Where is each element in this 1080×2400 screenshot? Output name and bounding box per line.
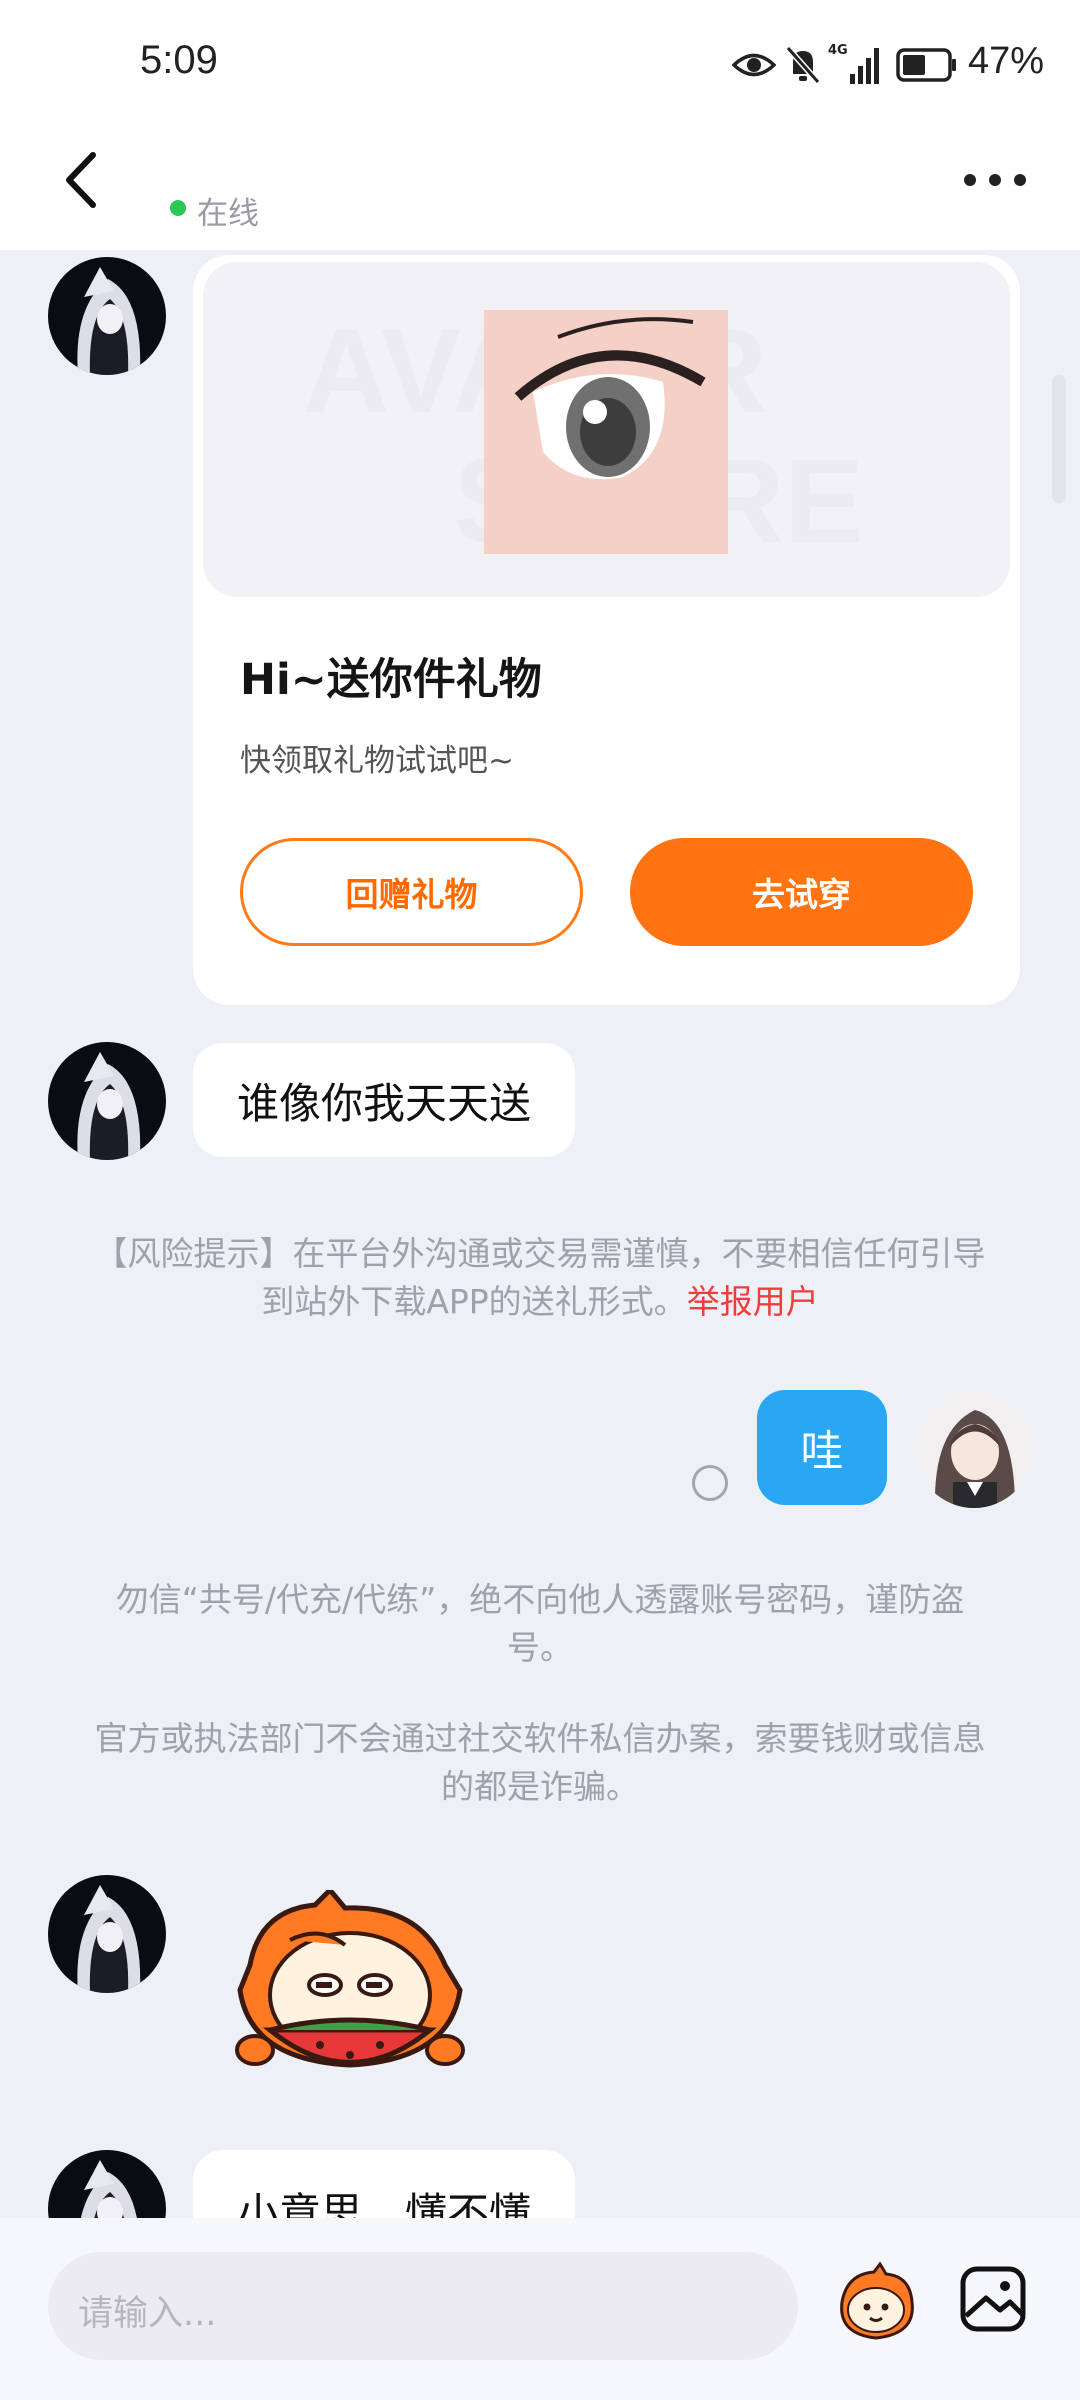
signal-icon — [850, 48, 879, 84]
report-user-link[interactable]: 举报用户 — [687, 1282, 819, 1321]
risk-notice-text: 【风险提示】在平台外沟通或交易需谨慎，不要相信任何引导到站外下载APP的送礼形式… — [94, 1234, 986, 1321]
battery-percent: 47% — [968, 40, 1045, 82]
back-button[interactable] — [55, 145, 115, 215]
message-status-icon — [692, 1465, 728, 1501]
emoji-button[interactable] — [832, 2262, 920, 2346]
online-status: 在线 — [197, 196, 259, 232]
gift-banner: AVATAR STORE — [203, 262, 1010, 597]
message-bubble-outgoing[interactable]: 哇 — [757, 1390, 887, 1505]
image-picker-button[interactable] — [958, 2264, 1028, 2334]
battery-icon — [896, 48, 956, 82]
more-button[interactable] — [960, 165, 1030, 195]
network-type: 4G — [828, 43, 848, 58]
gift-subtitle: 快领取礼物试试吧~ — [240, 743, 514, 779]
risk-notice: 【风险提示】在平台外沟通或交易需谨慎，不要相信任何引导到站外下载APP的送礼形式… — [90, 1230, 990, 1326]
watermelon-sticker[interactable] — [220, 1890, 480, 2105]
try-on-button[interactable]: 去试穿 — [630, 838, 973, 946]
contact-avatar[interactable] — [48, 1042, 166, 1160]
message-input-placeholder: 请输入... — [78, 2294, 217, 2334]
bell-muted-icon — [785, 46, 821, 84]
eye-icon — [732, 53, 776, 77]
gift-title: Hi~送你件礼物 — [240, 655, 542, 705]
scroll-indicator[interactable] — [1052, 375, 1066, 503]
return-gift-button[interactable]: 回赠礼物 — [240, 838, 583, 946]
chat-header — [0, 130, 1080, 250]
my-avatar[interactable] — [915, 1390, 1033, 1508]
status-time: 5:09 — [140, 38, 218, 82]
account-warning: 勿信“共号/代充/代练”，绝不向他人透露账号密码，谨防盗号。 — [115, 1580, 965, 1667]
contact-avatar[interactable] — [48, 257, 166, 375]
message-bubble-incoming[interactable]: 谁像你我天天送 — [193, 1043, 576, 1157]
online-indicator — [170, 200, 186, 216]
official-warning: 官方或执法部门不会通过社交软件私信办案，索要钱财或信息的都是诈骗。 — [94, 1719, 986, 1806]
contact-avatar[interactable] — [48, 1875, 166, 1993]
